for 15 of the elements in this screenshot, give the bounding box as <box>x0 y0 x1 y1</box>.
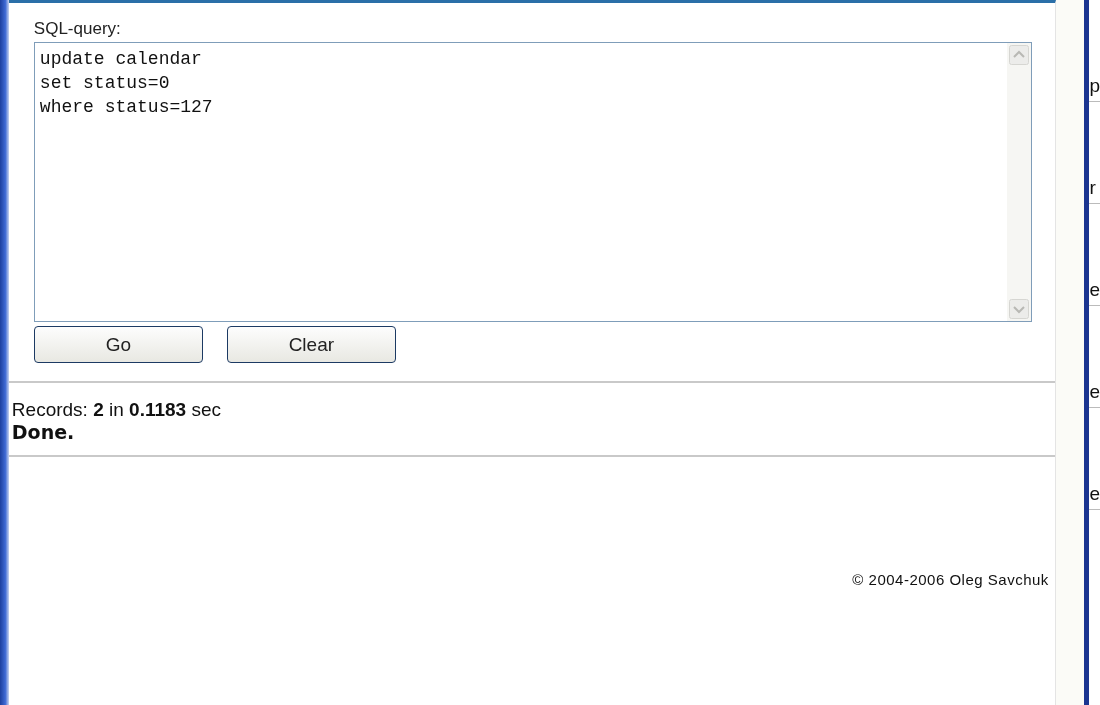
cut-off-text: p <box>1089 75 1100 96</box>
scroll-up-icon[interactable] <box>1008 45 1029 65</box>
field-label: SQL-query: <box>33 19 122 39</box>
sql-query-field[interactable]: update calendar set status=0 where status=127 <box>33 42 1032 322</box>
cut-off-text: e <box>1089 483 1100 504</box>
cut-off-text: e <box>1089 381 1100 402</box>
status-text: Done. <box>11 421 76 443</box>
records-summary: Records: 2 in 0.1183 sec <box>11 399 223 421</box>
cut-off-text: e <box>1089 279 1100 300</box>
scroll-down-icon[interactable] <box>1008 299 1029 319</box>
cut-off-text: r <box>1089 177 1096 198</box>
scrollbar[interactable] <box>1006 43 1031 321</box>
copyright-text: © 2004-2006 Oleg Savchuk <box>852 571 1049 590</box>
go-button[interactable]: Go <box>33 326 203 363</box>
clear-button[interactable]: Clear <box>226 326 396 363</box>
